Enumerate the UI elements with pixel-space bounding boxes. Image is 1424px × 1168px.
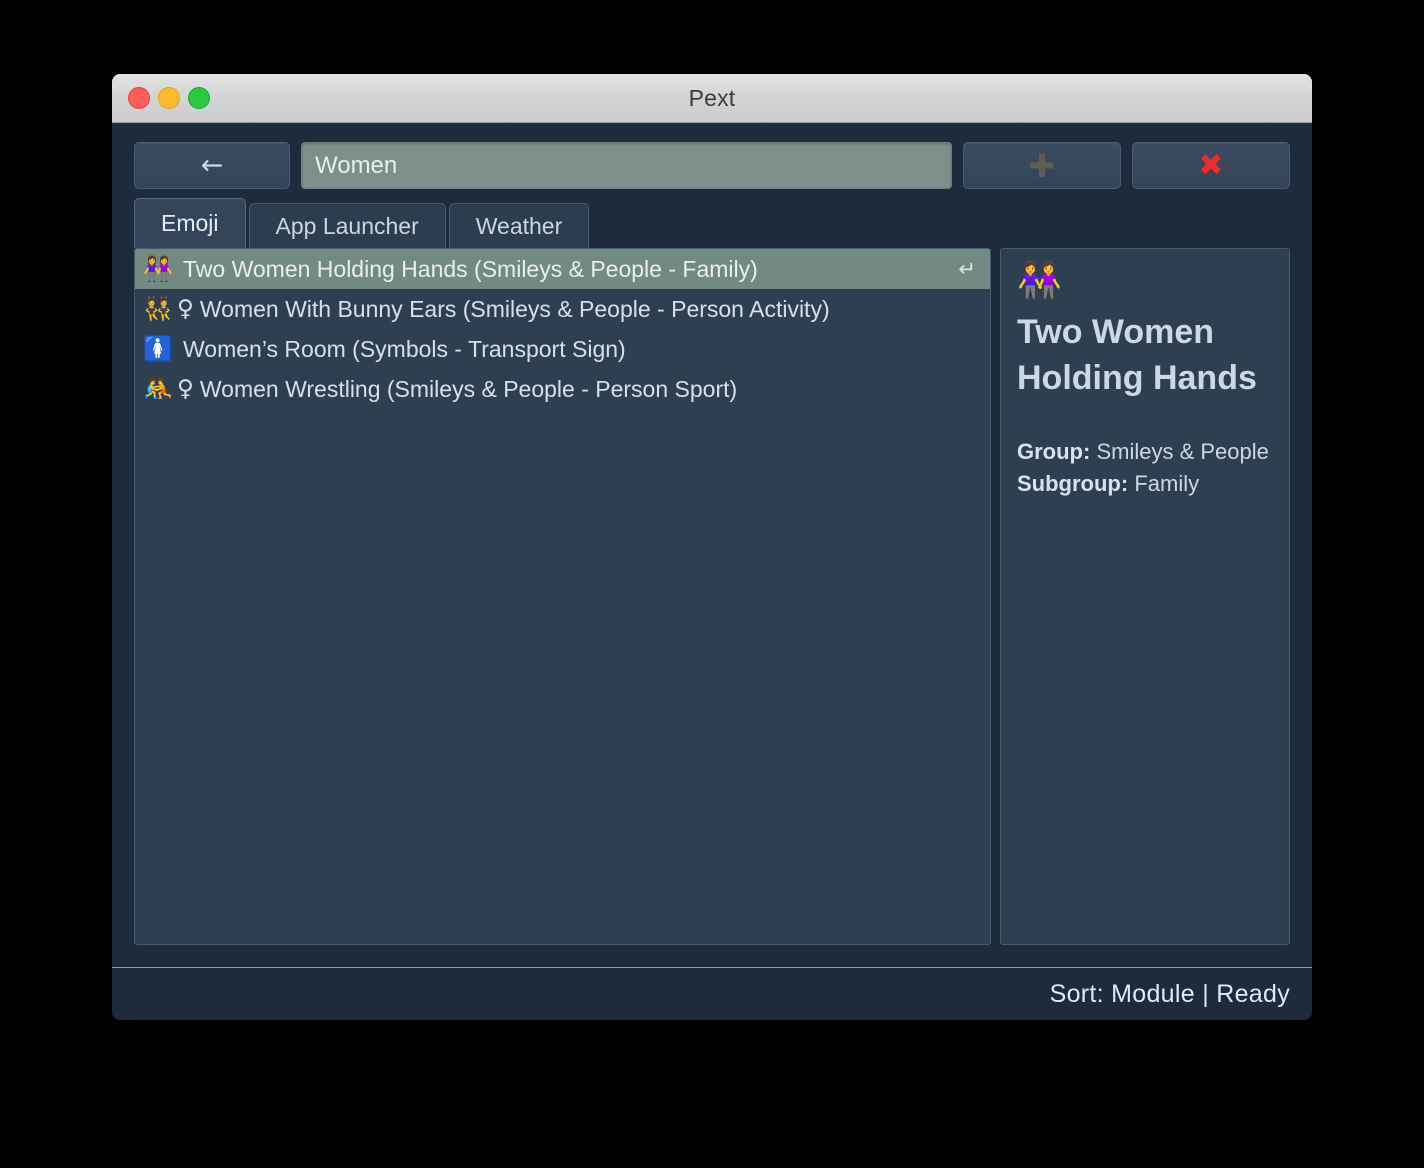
detail-subgroup-value: Family [1134, 471, 1200, 497]
tab-app-launcher-label: App Launcher [275, 212, 419, 239]
list-item[interactable]: 👯 ♀ Women With Bunny Ears (Smileys & Peo… [135, 289, 990, 329]
list-item-label: Women With Bunny Ears (Smileys & People … [199, 295, 830, 322]
emoji-icon: 🤼 [143, 375, 173, 403]
close-window-button[interactable] [128, 87, 150, 109]
tab-weather-label: Weather [475, 212, 563, 239]
detail-subgroup-label: Subgroup: [1017, 471, 1129, 497]
gender-female-icon: ♀ [177, 376, 194, 402]
list-item[interactable]: 🤼 ♀ Women Wrestling (Smileys & People - … [135, 369, 990, 409]
plus-icon: ✚ [1028, 146, 1056, 185]
detail-emoji-icon: 👭 [1017, 261, 1062, 302]
maximize-window-button[interactable] [188, 87, 210, 109]
list-item[interactable]: 🚺 Women’s Room (Symbols - Transport Sign… [135, 329, 990, 369]
window-controls [128, 74, 210, 122]
back-button[interactable]: ← [134, 142, 290, 189]
close-tab-button[interactable]: ✖ [1132, 142, 1290, 189]
content-area: 👭 Two Women Holding Hands (Smileys & Peo… [112, 248, 1312, 945]
enter-key-icon: ↵ [958, 257, 976, 281]
status-bar: Sort: Module | Ready [112, 967, 1312, 1020]
add-tab-button[interactable]: ✚ [963, 142, 1121, 189]
detail-title: Two Women Holding Hands [1017, 313, 1257, 398]
emoji-icon: 👭 [143, 255, 173, 283]
window-body: ← Women ✚ ✖ Emoji App Launcher Weather 👭… [112, 123, 1312, 1020]
detail-panel: 👭 Two Women Holding Hands Group: Smileys… [1000, 248, 1290, 945]
list-item-label: Women’s Room (Symbols - Transport Sign) [183, 335, 626, 362]
minimize-window-button[interactable] [158, 87, 180, 109]
search-input[interactable]: Women [301, 142, 952, 189]
detail-group-label: Group: [1017, 439, 1091, 465]
tab-weather[interactable]: Weather [448, 203, 590, 248]
toolbar: ← Women ✚ ✖ [112, 123, 1312, 189]
close-x-icon: ✖ [1198, 147, 1224, 183]
window-titlebar: Pext [112, 74, 1312, 123]
list-item[interactable]: 👭 Two Women Holding Hands (Smileys & Peo… [135, 249, 990, 289]
emoji-icon: 👯 [143, 295, 173, 323]
tab-emoji[interactable]: Emoji [134, 198, 246, 248]
screen: Pext ← Women ✚ ✖ Emoji App Launcher Weat… [0, 0, 1424, 1168]
tab-app-launcher[interactable]: App Launcher [248, 203, 446, 248]
list-item-label: Women Wrestling (Smileys & People - Pers… [199, 375, 738, 402]
tab-emoji-label: Emoji [161, 210, 219, 236]
pext-window: Pext ← Women ✚ ✖ Emoji App Launcher Weat… [112, 74, 1312, 1020]
tab-bar: Emoji App Launcher Weather [112, 189, 1312, 248]
gender-female-icon: ♀ [177, 296, 194, 322]
emoji-icon: 🚺 [143, 335, 173, 363]
status-text: Sort: Module | Ready [1049, 980, 1290, 1008]
detail-group-value: Smileys & People [1096, 439, 1269, 465]
arrow-left-icon: ← [200, 150, 224, 181]
detail-metadata: Group: Smileys & People Subgroup: Family [1017, 436, 1273, 500]
results-list[interactable]: 👭 Two Women Holding Hands (Smileys & Peo… [134, 248, 991, 945]
search-input-value: Women [315, 151, 398, 179]
window-title: Pext [688, 84, 736, 111]
list-item-label: Two Women Holding Hands (Smileys & Peopl… [183, 255, 758, 282]
